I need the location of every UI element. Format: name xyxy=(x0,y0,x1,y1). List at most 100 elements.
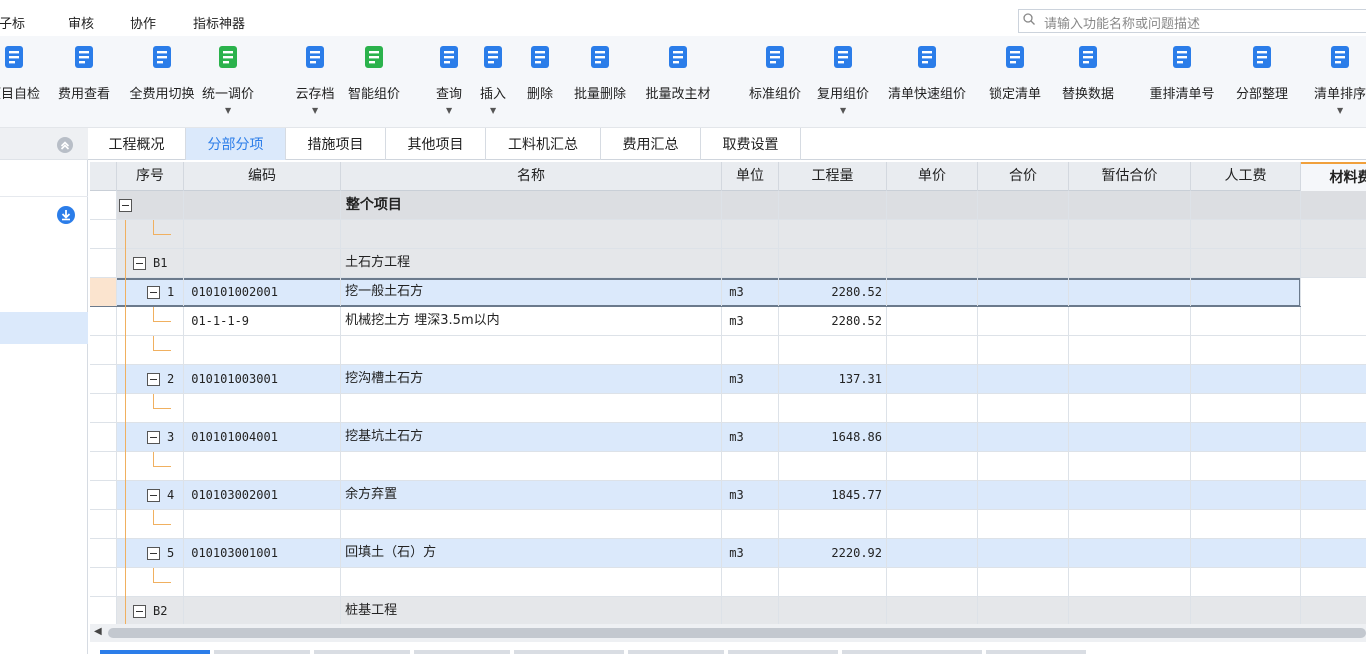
dropdown-arrow-icon[interactable]: ▼ xyxy=(1337,106,1343,115)
estimate-total-cell[interactable] xyxy=(1069,481,1191,509)
total-price-cell[interactable] xyxy=(978,220,1069,248)
horizontal-scrollbar[interactable]: ◀ xyxy=(90,624,1366,642)
labor-cost-cell[interactable] xyxy=(1191,481,1301,509)
code-cell[interactable] xyxy=(184,568,341,596)
total-price-cell[interactable] xyxy=(978,307,1069,335)
estimate-total-cell[interactable] xyxy=(1069,539,1191,567)
labor-cost-cell[interactable] xyxy=(1191,423,1301,451)
name-cell[interactable] xyxy=(341,452,722,480)
name-cell[interactable]: 挖沟槽土石方 xyxy=(341,365,722,393)
unit-cell[interactable]: m3 xyxy=(722,365,779,393)
seq-cell[interactable] xyxy=(117,220,184,249)
unit-price-cell[interactable] xyxy=(887,539,978,567)
unit-price-cell[interactable] xyxy=(887,365,978,393)
name-cell[interactable] xyxy=(341,510,722,538)
quantity-cell[interactable] xyxy=(779,568,887,596)
code-cell[interactable]: 010101003001 xyxy=(184,365,341,393)
column-header-7[interactable]: 暂估合价 xyxy=(1069,162,1191,191)
collapse-toggle-icon[interactable] xyxy=(119,199,132,212)
total-price-cell[interactable] xyxy=(978,249,1069,277)
unit-cell[interactable] xyxy=(722,568,779,596)
seq-cell[interactable] xyxy=(117,191,184,219)
material-cost-cell[interactable] xyxy=(1301,278,1366,306)
tab-5[interactable]: 费用汇总 xyxy=(601,128,701,160)
name-cell[interactable]: 土石方工程 xyxy=(341,249,722,277)
collapse-toggle-icon[interactable] xyxy=(133,605,146,618)
estimate-total-cell[interactable] xyxy=(1069,220,1191,248)
unit-cell[interactable] xyxy=(722,597,779,624)
row-header[interactable] xyxy=(90,278,117,306)
material-cost-cell[interactable] xyxy=(1301,249,1366,277)
estimate-total-cell[interactable] xyxy=(1069,568,1191,596)
search-box[interactable]: 请输入功能名称或问题描述 xyxy=(1018,9,1366,33)
seq-cell[interactable]: 1 xyxy=(117,278,184,307)
estimate-total-cell[interactable] xyxy=(1069,191,1191,219)
code-cell[interactable]: 010101004001 xyxy=(184,423,341,451)
quantity-cell[interactable] xyxy=(779,249,887,277)
code-cell[interactable]: 010103002001 xyxy=(184,481,341,509)
column-header-1[interactable]: 编码 xyxy=(184,162,341,191)
seq-cell[interactable] xyxy=(117,568,184,597)
unit-cell[interactable] xyxy=(722,452,779,480)
quantity-cell[interactable]: 2280.52 xyxy=(779,307,887,335)
unit-price-cell[interactable] xyxy=(887,394,978,422)
unit-cell[interactable]: m3 xyxy=(722,307,779,335)
dropdown-arrow-icon[interactable]: ▼ xyxy=(840,106,846,115)
material-cost-cell[interactable] xyxy=(1301,365,1366,393)
download-icon[interactable] xyxy=(57,206,75,224)
tab-6[interactable]: 取费设置 xyxy=(701,128,801,160)
scrollbar-thumb[interactable] xyxy=(108,628,1366,638)
material-cost-cell[interactable] xyxy=(1301,423,1366,451)
labor-cost-cell[interactable] xyxy=(1191,278,1301,306)
estimate-total-cell[interactable] xyxy=(1069,597,1191,624)
code-cell[interactable] xyxy=(184,249,341,277)
left-pane-row[interactable] xyxy=(0,161,88,197)
seq-cell[interactable]: 3 xyxy=(117,423,184,452)
table-row[interactable] xyxy=(90,510,1366,539)
dropdown-arrow-icon[interactable]: ▼ xyxy=(490,106,496,115)
labor-cost-cell[interactable] xyxy=(1191,249,1301,277)
dropdown-arrow-icon[interactable]: ▼ xyxy=(225,106,231,115)
table-row[interactable] xyxy=(90,452,1366,481)
code-cell[interactable]: 010101002001 xyxy=(184,278,341,306)
menu-collaborate[interactable]: 协作 xyxy=(130,13,156,32)
tab-4[interactable]: 工料机汇总 xyxy=(486,128,601,160)
seq-cell[interactable]: B1 xyxy=(117,249,184,278)
menu-electronic-bid[interactable]: 电子标 xyxy=(0,13,25,32)
estimate-total-cell[interactable] xyxy=(1069,365,1191,393)
estimate-total-cell[interactable] xyxy=(1069,423,1191,451)
name-cell[interactable] xyxy=(341,568,722,596)
collapse-toggle-icon[interactable] xyxy=(147,547,160,560)
bottom-tab-6[interactable] xyxy=(628,650,724,654)
table-row[interactable] xyxy=(90,568,1366,597)
code-cell[interactable] xyxy=(184,191,341,219)
material-cost-cell[interactable] xyxy=(1301,452,1366,480)
material-cost-cell[interactable] xyxy=(1301,539,1366,567)
material-cost-cell[interactable] xyxy=(1301,481,1366,509)
row-header[interactable] xyxy=(90,191,117,219)
seq-cell[interactable] xyxy=(117,510,184,539)
bottom-tab-9[interactable] xyxy=(986,650,1086,654)
collapse-toggle-icon[interactable] xyxy=(147,286,160,299)
estimate-total-cell[interactable] xyxy=(1069,394,1191,422)
unit-price-cell[interactable] xyxy=(887,191,978,219)
quantity-cell[interactable]: 137.31 xyxy=(779,365,887,393)
menu-index-tool[interactable]: 指标神器 xyxy=(193,13,245,32)
row-header[interactable] xyxy=(90,423,117,451)
seq-cell[interactable] xyxy=(117,394,184,423)
unit-price-cell[interactable] xyxy=(887,423,978,451)
collapse-toggle-icon[interactable] xyxy=(133,257,146,270)
column-header-6[interactable]: 合价 xyxy=(978,162,1069,191)
row-header[interactable] xyxy=(90,510,117,538)
code-cell[interactable] xyxy=(184,336,341,364)
collapse-toggle-icon[interactable] xyxy=(147,373,160,386)
total-price-cell[interactable] xyxy=(978,336,1069,364)
estimate-total-cell[interactable] xyxy=(1069,452,1191,480)
code-cell[interactable] xyxy=(184,597,341,624)
total-price-cell[interactable] xyxy=(978,452,1069,480)
name-cell[interactable] xyxy=(341,394,722,422)
left-pane-selected-item[interactable] xyxy=(0,312,88,344)
labor-cost-cell[interactable] xyxy=(1191,597,1301,624)
bottom-tab-2[interactable] xyxy=(214,650,310,654)
material-cost-cell[interactable] xyxy=(1301,510,1366,538)
